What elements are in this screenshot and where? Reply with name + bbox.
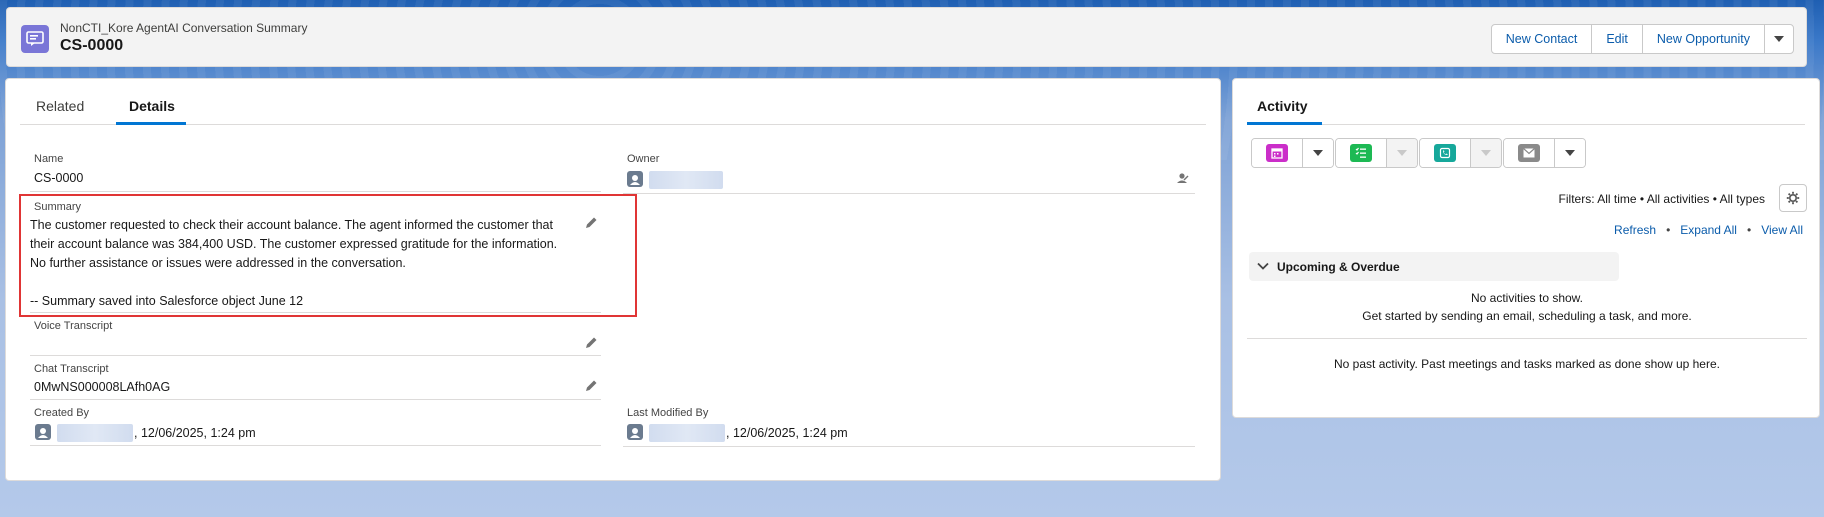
divider (30, 355, 601, 356)
divider (1247, 338, 1807, 339)
log-call-button[interactable] (1420, 139, 1470, 167)
get-started-text: Get started by sending an email, schedul… (1362, 309, 1692, 323)
new-contact-button[interactable]: New Contact (1490, 24, 1593, 54)
activity-filters[interactable]: Filters: All time • All activities • All… (1559, 192, 1765, 206)
new-event-group (1251, 138, 1334, 168)
edit-button[interactable]: Edit (1591, 24, 1643, 54)
summary-line: their account balance was 384,400 USD. T… (30, 237, 558, 251)
divider (30, 399, 601, 400)
edit-chat-pencil-icon[interactable] (584, 379, 598, 393)
more-actions-button[interactable] (1764, 24, 1794, 54)
record-type-icon (21, 25, 49, 53)
email-group (1503, 138, 1586, 168)
divider (30, 191, 601, 192)
edit-voice-pencil-icon[interactable] (584, 336, 598, 350)
active-tab-indicator (116, 122, 186, 125)
summary-value: The customer requested to check their ac… (30, 216, 590, 311)
chat-transcript-label: Chat Transcript (34, 363, 109, 375)
summary-line: The customer requested to check their ac… (30, 218, 553, 232)
chevron-down-icon (1397, 150, 1407, 156)
object-label: NonCTI_Kore AgentAI Conversation Summary (60, 21, 308, 35)
header-actions: New Contact Edit New Opportunity (1490, 24, 1794, 54)
chevron-down-icon (1313, 150, 1323, 156)
log-call-dropdown[interactable] (1470, 139, 1501, 167)
created-by-name-redacted[interactable] (57, 424, 133, 442)
chevron-down-icon (1481, 150, 1491, 156)
calendar-icon (1266, 144, 1288, 162)
new-event-dropdown[interactable] (1302, 139, 1333, 167)
new-event-button[interactable] (1252, 139, 1302, 167)
gear-icon (1786, 191, 1800, 205)
summary-label: Summary (34, 201, 82, 213)
phone-icon (1434, 144, 1456, 162)
tab-related[interactable]: Related (36, 98, 84, 114)
name-label: Name (34, 153, 64, 165)
divider (623, 446, 1195, 447)
record-header: NonCTI_Kore AgentAI Conversation Summary… (6, 7, 1807, 67)
chat-transcript-value: 0MwNS000008LAfh0AG (34, 380, 171, 394)
log-call-group (1419, 138, 1502, 168)
owner-label: Owner (627, 153, 660, 165)
send-email-button[interactable] (1504, 139, 1554, 167)
last-modified-name-redacted[interactable] (649, 424, 725, 442)
email-icon (1518, 144, 1540, 162)
chevron-down-icon (1774, 36, 1784, 42)
created-by-avatar[interactable] (35, 424, 51, 440)
tab-details[interactable]: Details (129, 98, 175, 114)
activity-links: Refresh • Expand All • View All (1614, 223, 1803, 237)
edit-summary-pencil-icon[interactable] (584, 216, 598, 230)
no-past-activity-text: No past activity. Past meetings and task… (1334, 357, 1720, 371)
name-value: CS-0000 (34, 171, 84, 185)
link-separator: • (1746, 223, 1752, 237)
chevron-down-icon (1257, 262, 1269, 270)
owner-name-redacted[interactable] (649, 171, 723, 189)
tab-activity[interactable]: Activity (1257, 98, 1308, 114)
created-by-label: Created By (34, 407, 90, 419)
owner-avatar[interactable] (627, 171, 643, 187)
last-modified-label: Last Modified By (627, 407, 709, 419)
record-tabs: Related Details (20, 88, 1206, 125)
task-list-icon (1350, 144, 1372, 162)
divider (623, 193, 1195, 194)
expand-all-link[interactable]: Expand All (1680, 223, 1737, 237)
active-tab-indicator (1247, 122, 1322, 125)
activity-card: Activity Filters: All time • All activit… (1232, 78, 1820, 418)
summary-line: -- Summary saved into Salesforce object … (30, 294, 304, 308)
voice-transcript-label: Voice Transcript (34, 320, 113, 332)
new-task-dropdown[interactable] (1386, 139, 1417, 167)
no-activities-text: No activities to show. (1470, 291, 1584, 305)
last-modified-avatar[interactable] (627, 424, 643, 440)
activity-tabs: Activity (1247, 88, 1805, 125)
filter-settings-button[interactable] (1779, 184, 1807, 212)
new-task-button[interactable] (1336, 139, 1386, 167)
summary-line: No further assistance or issues were add… (30, 256, 406, 270)
refresh-link[interactable]: Refresh (1614, 223, 1656, 237)
new-task-group (1335, 138, 1418, 168)
email-dropdown[interactable] (1554, 139, 1585, 167)
chevron-down-icon (1565, 150, 1575, 156)
upcoming-overdue-section[interactable]: Upcoming & Overdue (1249, 252, 1619, 281)
divider (30, 312, 601, 313)
divider (30, 445, 601, 446)
view-all-link[interactable]: View All (1761, 223, 1803, 237)
new-opportunity-button[interactable]: New Opportunity (1641, 24, 1765, 54)
upcoming-overdue-label: Upcoming & Overdue (1277, 260, 1400, 274)
created-by-value: , 12/06/2025, 1:24 pm (134, 426, 256, 440)
link-separator: • (1666, 223, 1671, 237)
last-modified-value: , 12/06/2025, 1:24 pm (726, 426, 848, 440)
record-title: CS-0000 (60, 37, 124, 54)
change-owner-icon[interactable] (1175, 171, 1189, 185)
summary-line (30, 273, 590, 292)
